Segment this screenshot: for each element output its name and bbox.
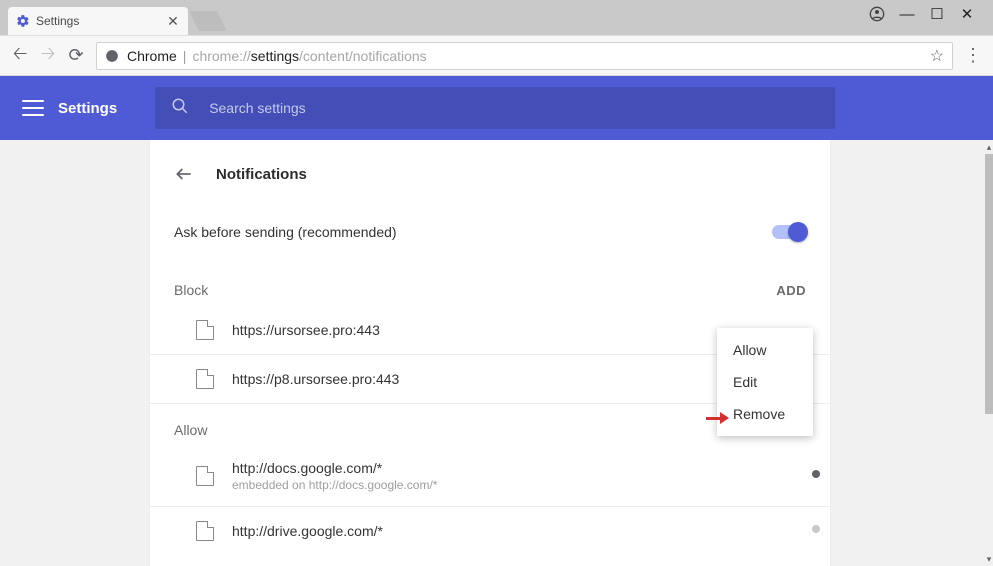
search-icon <box>171 97 189 120</box>
new-tab-button[interactable] <box>189 11 226 31</box>
settings-title: Settings <box>58 100 117 117</box>
vertical-scrollbar[interactable]: ▴ ▾ <box>985 140 993 566</box>
page-icon <box>196 320 214 340</box>
minimize-button[interactable]: — <box>899 6 915 22</box>
ask-before-sending-label: Ask before sending (recommended) <box>174 224 397 240</box>
bookmark-star-icon[interactable]: ☆ <box>930 46 944 66</box>
settings-header: Settings <box>0 76 993 140</box>
origin-label: Chrome <box>127 48 177 64</box>
gear-icon <box>16 14 30 28</box>
allow-section-label: Allow <box>174 422 207 438</box>
scroll-down-button[interactable]: ▾ <box>985 552 993 566</box>
back-arrow-icon[interactable] <box>174 164 194 184</box>
block-section-label: Block <box>174 282 208 298</box>
site-sublabel: embedded on http://docs.google.com/* <box>232 478 437 492</box>
browser-toolbar: 🡠 🡢 ⟳ Chrome | chrome://settings/content… <box>0 35 993 76</box>
site-row[interactable]: http://drive.google.com/* <box>150 507 830 555</box>
search-settings-box[interactable] <box>155 87 835 129</box>
context-remove[interactable]: Remove <box>717 398 813 430</box>
site-url: https://p8.ursorsee.pro:443 <box>232 371 399 387</box>
site-url: https://ursorsee.pro:443 <box>232 322 380 338</box>
tab-title: Settings <box>36 14 166 28</box>
context-edit[interactable]: Edit <box>717 366 813 398</box>
browser-tab[interactable]: Settings ✕ <box>8 7 188 35</box>
reload-button[interactable]: ⟳ <box>62 42 90 70</box>
page-title: Notifications <box>216 166 307 183</box>
site-url: http://drive.google.com/* <box>232 523 383 539</box>
annotation-arrow <box>706 412 729 424</box>
browser-menu-button[interactable]: ⋮ <box>959 45 987 66</box>
address-bar[interactable]: Chrome | chrome://settings/content/notif… <box>96 42 953 70</box>
window-titlebar: Settings ✕ — ☐ ✕ <box>0 0 993 35</box>
page-icon <box>196 369 214 389</box>
site-context-menu: Allow Edit Remove <box>717 328 813 436</box>
site-row[interactable]: http://docs.google.com/* embedded on htt… <box>150 446 830 507</box>
block-add-button[interactable]: ADD <box>776 283 806 298</box>
back-button[interactable]: 🡠 <box>6 42 34 70</box>
scroll-up-button[interactable]: ▴ <box>985 140 993 154</box>
page-icon <box>196 521 214 541</box>
context-allow[interactable]: Allow <box>717 334 813 366</box>
maximize-button[interactable]: ☐ <box>929 6 945 22</box>
ask-before-sending-toggle[interactable] <box>772 225 806 239</box>
chrome-icon <box>105 48 121 64</box>
scrollbar-thumb[interactable] <box>985 154 993 414</box>
account-icon[interactable] <box>869 6 885 22</box>
close-tab-button[interactable]: ✕ <box>166 14 180 28</box>
page-icon <box>196 466 214 486</box>
content-region: Notifications Ask before sending (recomm… <box>0 140 985 566</box>
search-settings-input[interactable] <box>209 100 819 116</box>
close-window-button[interactable]: ✕ <box>959 6 975 22</box>
forward-button: 🡢 <box>34 42 62 70</box>
site-url: http://docs.google.com/* <box>232 460 437 476</box>
hamburger-menu-button[interactable] <box>22 100 44 116</box>
